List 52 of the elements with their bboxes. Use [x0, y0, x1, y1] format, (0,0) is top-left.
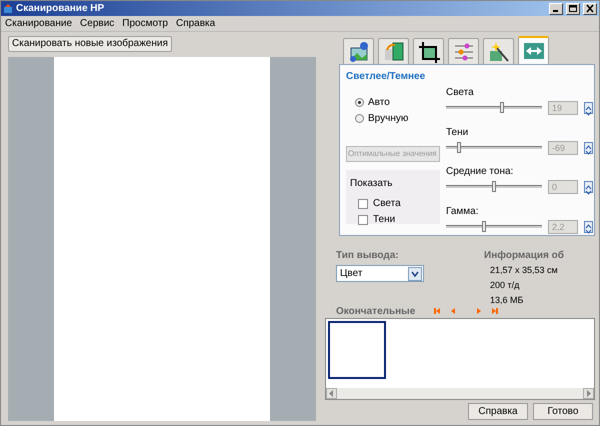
app-icon: [3, 4, 13, 14]
sliders-icon: [452, 40, 474, 62]
radio-label: Авто: [368, 96, 390, 110]
finals-label: Окончательные: [336, 304, 416, 318]
tab[interactable]: [483, 38, 514, 64]
magic-wand-icon: [488, 40, 510, 62]
spin-arrows-icon[interactable]: [584, 220, 593, 233]
slider-label: Средние тона:: [446, 165, 514, 179]
dialog-button[interactable]: Справка: [468, 403, 528, 420]
menu-item[interactable]: Сервис: [80, 16, 114, 31]
slider-label: Гамма:: [446, 204, 480, 218]
scroll-right-icon: [586, 390, 591, 397]
checkbox[interactable]: [358, 198, 368, 208]
close-icon: [585, 4, 595, 13]
scan-button[interactable]: Сканировать новые изображения: [8, 36, 172, 52]
scrollbar[interactable]: [326, 388, 594, 399]
info-text: 200 т/д: [490, 279, 520, 292]
menu-item[interactable]: Просмотр: [122, 16, 168, 31]
info-title: Информация об: [484, 249, 564, 263]
maximize-button[interactable]: [566, 2, 580, 14]
spin-arrows-icon[interactable]: [584, 142, 593, 154]
output-type-label: Тип вывода:: [336, 249, 400, 263]
window-title: Сканирование HP: [16, 2, 104, 16]
tab[interactable]: [413, 38, 444, 64]
tab[interactable]: [343, 38, 374, 64]
dialog-button[interactable]: Готово: [533, 403, 593, 420]
menu-item[interactable]: Справка: [176, 16, 216, 31]
panel-title: Светлее/Темнее: [346, 70, 426, 84]
checkbox[interactable]: [358, 214, 368, 224]
checkbox-label: Тени: [373, 213, 396, 227]
scroll-left-icon: [329, 390, 334, 397]
spin-arrows-icon[interactable]: [584, 102, 593, 114]
info-text: 21,57 x 35,53 см: [490, 264, 559, 277]
slider-label: Света: [446, 86, 475, 100]
crop-icon: [418, 40, 440, 62]
radio-label: Вручную: [368, 112, 408, 126]
minimize-button[interactable]: [549, 2, 563, 14]
radio-button[interactable]: [355, 114, 364, 122]
checkbox-label: Света: [373, 197, 401, 211]
menu-item[interactable]: Сканирование: [5, 16, 72, 31]
image-export-icon: [382, 40, 404, 62]
arrows-icon: [522, 40, 544, 62]
radio-button[interactable]: [355, 98, 364, 106]
output-type-select[interactable]: Цвет: [336, 265, 424, 282]
info-text: 13,6 МБ: [490, 294, 524, 307]
slider-label: Тени: [446, 126, 470, 140]
scan-image-icon: [348, 40, 370, 62]
show-label: Показать: [350, 177, 394, 191]
thumbnail[interactable]: [328, 321, 386, 379]
maximize-icon: [568, 4, 578, 13]
spin-arrows-icon[interactable]: [584, 181, 593, 194]
close-button[interactable]: [583, 2, 597, 14]
